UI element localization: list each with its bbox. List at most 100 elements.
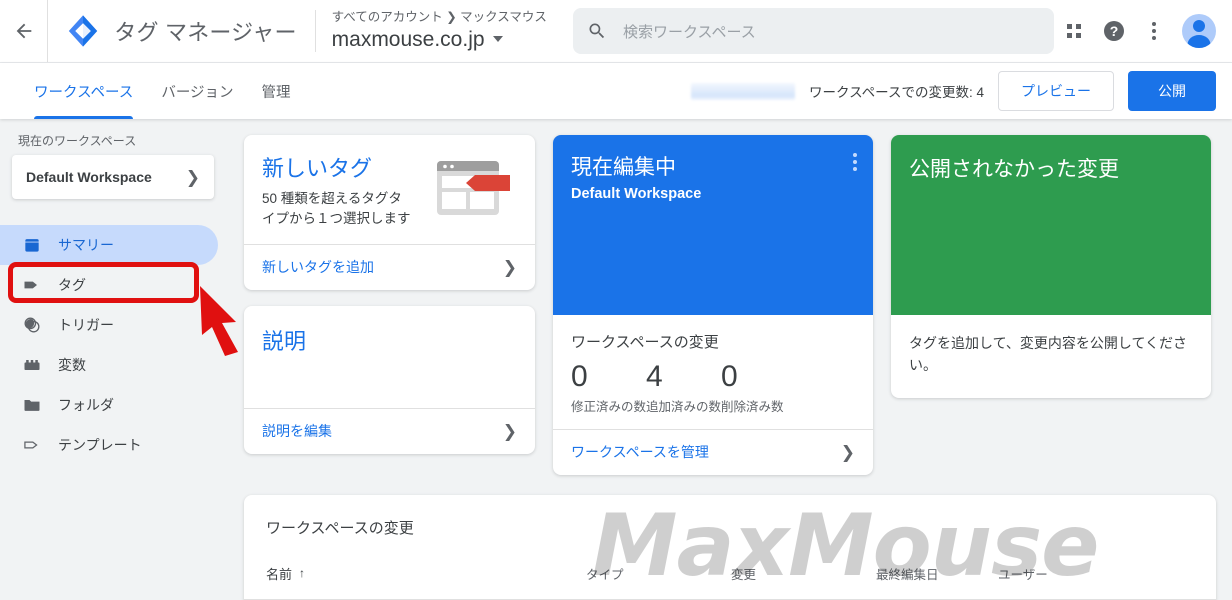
stat-deleted-value: 0 [721, 360, 738, 393]
sidebar-item-summary-label: サマリー [58, 237, 114, 253]
sidebar-item-folders[interactable]: フォルダ [0, 385, 218, 425]
avatar[interactable] [1182, 14, 1216, 48]
back-button[interactable] [6, 13, 41, 49]
sidebar-nav: サマリー タグ トリガー 変数 フォルダ テンプレート [0, 225, 228, 465]
description-card: 説明 説明を編集 ❯ [244, 305, 535, 454]
summary-cards-row: 新しいタグ 50 種類を超えるタグタイプから１つ選択します 新しいタグを追加 ❯… [228, 119, 1232, 475]
workspace-changes-title: ワークスペースの変更 [571, 334, 719, 351]
new-tag-card: 新しいタグ 50 種類を超えるタグタイプから１つ選択します 新しいタグを追加 ❯ [244, 135, 535, 290]
currently-editing-menu-button[interactable] [853, 153, 857, 174]
column-header-name-label: 名前 [266, 566, 293, 582]
add-new-tag-action[interactable]: 新しいタグを追加 ❯ [244, 243, 535, 290]
unpublished-changes-title: 公開されなかった変更 [909, 158, 1119, 181]
stat-modified-value: 0 [571, 360, 588, 393]
tab-workspace-label: ワークスペース [34, 84, 134, 101]
preview-button[interactable]: プレビュー [998, 71, 1114, 111]
currently-editing-card: 現在編集中 Default Workspace ワークスペースの変更 0 修正済… [553, 135, 873, 475]
stat-added-label: 追加済みの数 [646, 399, 722, 414]
description-body: 説明 [244, 306, 535, 408]
apps-grid-button[interactable] [1054, 11, 1094, 51]
container-name: maxmouse.co.jp [331, 27, 485, 51]
help-button[interactable]: ? [1094, 11, 1134, 51]
app-header: タグ マネージャー すべてのアカウント ❯ マックスマウス maxmouse.c… [0, 0, 1232, 63]
account-selector[interactable]: すべてのアカウント ❯ マックスマウス maxmouse.co.jp [331, 10, 547, 51]
sort-ascending-icon: ↑ [299, 566, 306, 580]
description-title: 説明 [262, 328, 307, 354]
search-input[interactable]: 検索ワークスペース [623, 21, 756, 42]
sidebar-item-triggers-label: トリガー [58, 317, 114, 333]
header-divider-right [314, 10, 316, 52]
sidebar-item-triggers[interactable]: トリガー [0, 305, 218, 345]
account-breadcrumb: すべてのアカウント ❯ マックスマウス [331, 10, 547, 25]
apps-grid-icon [1067, 24, 1081, 38]
current-workspace-label: 現在のワークスペース [18, 134, 137, 148]
stat-modified-label: 修正済みの数 [571, 399, 647, 414]
tab-versions[interactable]: バージョン [147, 63, 247, 119]
sidebar-item-templates-label: テンプレート [58, 437, 142, 453]
unpublished-changes-card: 公開されなかった変更 タグを追加して、変更内容を公開してください。 [891, 135, 1211, 399]
sidebar-item-tags[interactable]: タグ [0, 265, 218, 305]
workspace-changes-count: ワークスペースでの変更数: 4 [809, 85, 984, 100]
sidebar-item-templates[interactable]: テンプレート [0, 425, 218, 465]
more-options-button[interactable] [1134, 11, 1174, 51]
column-header-type[interactable]: タイプ [586, 564, 731, 583]
sidebar-item-variables-label: 変数 [58, 357, 86, 373]
workspace-changes-body: ワークスペースの変更 0 修正済みの数 4 追加済みの数 0 削除済み数 [553, 315, 873, 429]
column-header-user[interactable]: ユーザー [998, 564, 1118, 583]
stat-modified: 0 修正済みの数 [571, 358, 646, 415]
more-vert-icon [1152, 22, 1156, 40]
column-header-change[interactable]: 変更 [731, 564, 876, 583]
unpublished-changes-body: タグを追加して、変更内容を公開してください。 [891, 315, 1211, 398]
currently-editing-workspace: Default Workspace [571, 186, 702, 202]
sidebar-item-variables[interactable]: 変数 [0, 345, 218, 385]
header-divider-left [47, 0, 49, 62]
manage-workspace-action[interactable]: ワークスペースを管理 ❯ [553, 428, 873, 475]
add-new-tag-label: 新しいタグを追加 [262, 259, 374, 275]
sidebar: 現在のワークスペース Default Workspace ❯ サマリー タグ ト… [0, 119, 228, 600]
folder-icon [22, 395, 44, 415]
new-tag-description: 50 種類を超えるタグタイプから１つ選択します [262, 191, 411, 227]
stat-deleted-label: 削除済み数 [721, 399, 784, 414]
header-actions: ? [1054, 11, 1232, 51]
tab-admin-label: 管理 [261, 84, 291, 101]
sidebar-item-tags-label: タグ [58, 277, 86, 293]
tab-bar-actions: ワークスペースでの変更数: 4 プレビュー 公開 [691, 71, 1232, 111]
search-box[interactable]: 検索ワークスペース [572, 8, 1054, 54]
tab-admin[interactable]: 管理 [248, 63, 305, 119]
edit-description-action[interactable]: 説明を編集 ❯ [244, 407, 535, 454]
chevron-right-icon: ❯ [185, 167, 200, 187]
chevron-down-icon [492, 36, 503, 43]
stat-added-value: 4 [646, 360, 663, 393]
chevron-right-icon: ❯ [502, 257, 517, 277]
column-header-name[interactable]: 名前 ↑ [266, 564, 586, 583]
search-icon [589, 23, 605, 39]
new-tag-title: 新しいタグ [262, 156, 373, 181]
workspace-name: Default Workspace [26, 169, 152, 185]
tab-bar: ワークスペース バージョン 管理 ワークスペースでの変更数: 4 プレビュー 公… [0, 63, 1232, 119]
sidebar-item-summary[interactable]: サマリー [0, 225, 218, 265]
redacted-container-id [691, 82, 796, 100]
unpublished-changes-text: タグを追加して、変更内容を公開してください。 [909, 335, 1188, 373]
tab-list: ワークスペース バージョン 管理 [0, 63, 305, 119]
help-icon: ? [1104, 21, 1124, 41]
stat-deleted: 0 削除済み数 [721, 358, 784, 415]
new-tag-body: 新しいタグ 50 種類を超えるタグタイプから１つ選択します [244, 135, 535, 244]
main-content: 新しいタグ 50 種類を超えるタグタイプから１つ選択します 新しいタグを追加 ❯… [228, 119, 1232, 600]
publish-button[interactable]: 公開 [1128, 71, 1216, 111]
workspace-switcher[interactable]: Default Workspace ❯ [12, 155, 214, 199]
svg-text:?: ? [1110, 23, 1119, 39]
brand-block[interactable]: タグ マネージャー [66, 14, 296, 48]
variable-icon [22, 355, 44, 375]
tag-manager-logo [69, 15, 98, 47]
tab-workspace[interactable]: ワークスペース [20, 63, 147, 119]
chevron-right-icon: ❯ [502, 421, 517, 441]
table-title: ワークスペースの変更 [266, 519, 414, 537]
tab-versions-label: バージョン [161, 84, 234, 101]
workspace-changes-table: ワークスペースの変更 名前 ↑ タイプ 変更 最終編集日 ユーザー [244, 494, 1216, 600]
column-header-last-edited[interactable]: 最終編集日 [876, 564, 998, 583]
browser-tag-illustration [435, 151, 517, 230]
trigger-icon [22, 315, 44, 335]
edit-description-label: 説明を編集 [262, 423, 332, 439]
container-selector[interactable]: maxmouse.co.jp [332, 28, 547, 51]
chevron-right-icon: ❯ [840, 442, 855, 462]
